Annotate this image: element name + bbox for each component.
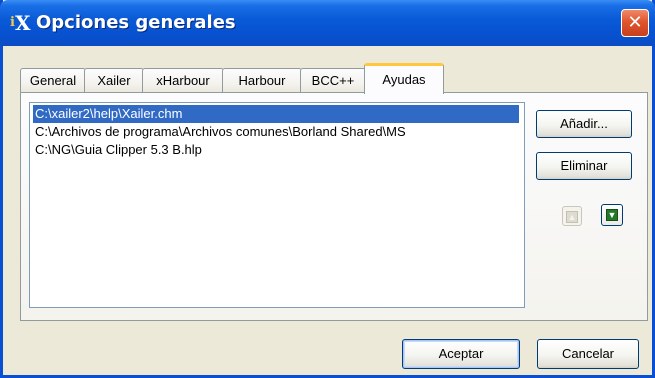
tab-general[interactable]: General <box>20 68 86 93</box>
move-down-button[interactable]: ▼ <box>601 204 623 226</box>
tab-xailer[interactable]: Xailer <box>84 68 144 93</box>
tab-xharbour[interactable]: xHarbour <box>142 68 224 93</box>
move-up-button[interactable]: ▲ <box>562 206 582 226</box>
accept-button[interactable]: Aceptar <box>402 339 520 369</box>
ayudas-panel: C:\xailer2\help\Xailer.chm C:\Archivos d… <box>20 92 648 321</box>
list-item[interactable]: C:\Archivos de programa\Archivos comunes… <box>33 123 408 141</box>
window-title: Opciones generales <box>36 12 236 33</box>
close-icon: ✕ <box>627 12 643 33</box>
tab-ayudas[interactable]: Ayudas <box>364 63 444 94</box>
title-bar[interactable]: iX Opciones generales ✕ <box>0 0 655 46</box>
tab-harbour[interactable]: Harbour <box>222 68 302 93</box>
help-files-list[interactable]: C:\xailer2\help\Xailer.chm C:\Archivos d… <box>29 102 525 308</box>
xailer-app-icon: iX <box>10 11 31 35</box>
list-item[interactable]: C:\NG\Guia Clipper 5.3 B.hlp <box>33 141 204 159</box>
tab-bcc[interactable]: BCC++ <box>300 68 366 93</box>
options-dialog: iX Opciones generales ✕ General Xailer x… <box>0 0 655 378</box>
cancel-button[interactable]: Cancelar <box>537 339 639 369</box>
list-item[interactable]: C:\xailer2\help\Xailer.chm <box>33 105 519 123</box>
remove-button[interactable]: Eliminar <box>536 152 632 180</box>
arrow-up-icon: ▲ <box>566 211 578 223</box>
arrow-down-icon: ▼ <box>606 209 618 221</box>
add-button[interactable]: Añadir... <box>536 110 632 138</box>
close-button[interactable]: ✕ <box>621 9 649 37</box>
